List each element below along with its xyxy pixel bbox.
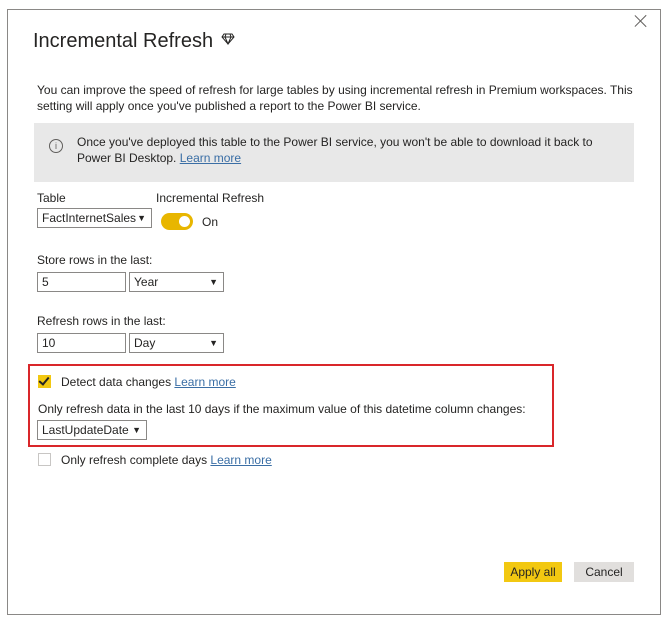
diamond-icon — [221, 33, 235, 45]
incremental-refresh-toggle[interactable] — [161, 213, 193, 230]
complete-days-learn-more-link[interactable]: Learn more — [210, 453, 271, 467]
info-message: Once you've deployed this table to the P… — [77, 135, 593, 165]
chevron-down-icon: ▼ — [209, 338, 218, 348]
store-rows-unit-value: Year — [134, 275, 159, 289]
incremental-refresh-dialog: Incremental Refresh You can improve the … — [7, 9, 661, 615]
cancel-button[interactable]: Cancel — [574, 562, 634, 582]
datetime-column-select[interactable]: LastUpdateDate ▼ — [37, 420, 147, 440]
detect-changes-learn-more-link[interactable]: Learn more — [174, 375, 235, 389]
close-icon[interactable] — [634, 14, 648, 28]
info-text: Once you've deployed this table to the P… — [77, 134, 617, 166]
table-label: Table — [37, 191, 66, 205]
detect-changes-row: Detect data changes Learn more — [61, 375, 236, 389]
detect-changes-description: Only refresh data in the last 10 days if… — [38, 402, 526, 416]
refresh-rows-unit-value: Day — [134, 336, 156, 350]
apply-all-button[interactable]: Apply all — [504, 562, 562, 582]
store-rows-label: Store rows in the last: — [37, 253, 153, 267]
datetime-column-value: LastUpdateDate — [42, 423, 129, 437]
chevron-down-icon: ▼ — [132, 425, 141, 435]
toggle-state-label: On — [202, 215, 219, 229]
store-rows-input[interactable]: 5 — [37, 272, 126, 292]
detect-changes-checkbox[interactable] — [38, 375, 51, 388]
table-select-value: FactInternetSales — [42, 211, 137, 225]
dialog-description: You can improve the speed of refresh for… — [37, 83, 633, 113]
complete-days-label: Only refresh complete days — [61, 453, 208, 467]
refresh-rows-unit-select[interactable]: Day ▼ — [129, 333, 224, 353]
dialog-title: Incremental Refresh — [33, 30, 214, 52]
refresh-rows-input[interactable]: 10 — [37, 333, 126, 353]
complete-days-checkbox[interactable] — [38, 453, 51, 466]
table-select[interactable]: FactInternetSales ▼ — [37, 208, 152, 228]
store-rows-unit-select[interactable]: Year ▼ — [129, 272, 224, 292]
chevron-down-icon: ▼ — [137, 213, 146, 223]
toggle-knob — [179, 216, 190, 227]
incremental-refresh-label: Incremental Refresh — [156, 191, 265, 205]
detect-changes-label: Detect data changes — [61, 375, 172, 389]
info-icon: i — [49, 139, 63, 153]
info-learn-more-link[interactable]: Learn more — [180, 151, 241, 165]
info-banner: i Once you've deployed this table to the… — [34, 123, 634, 182]
refresh-rows-label: Refresh rows in the last: — [37, 314, 166, 328]
chevron-down-icon: ▼ — [209, 277, 218, 287]
complete-days-row: Only refresh complete days Learn more — [61, 453, 272, 467]
